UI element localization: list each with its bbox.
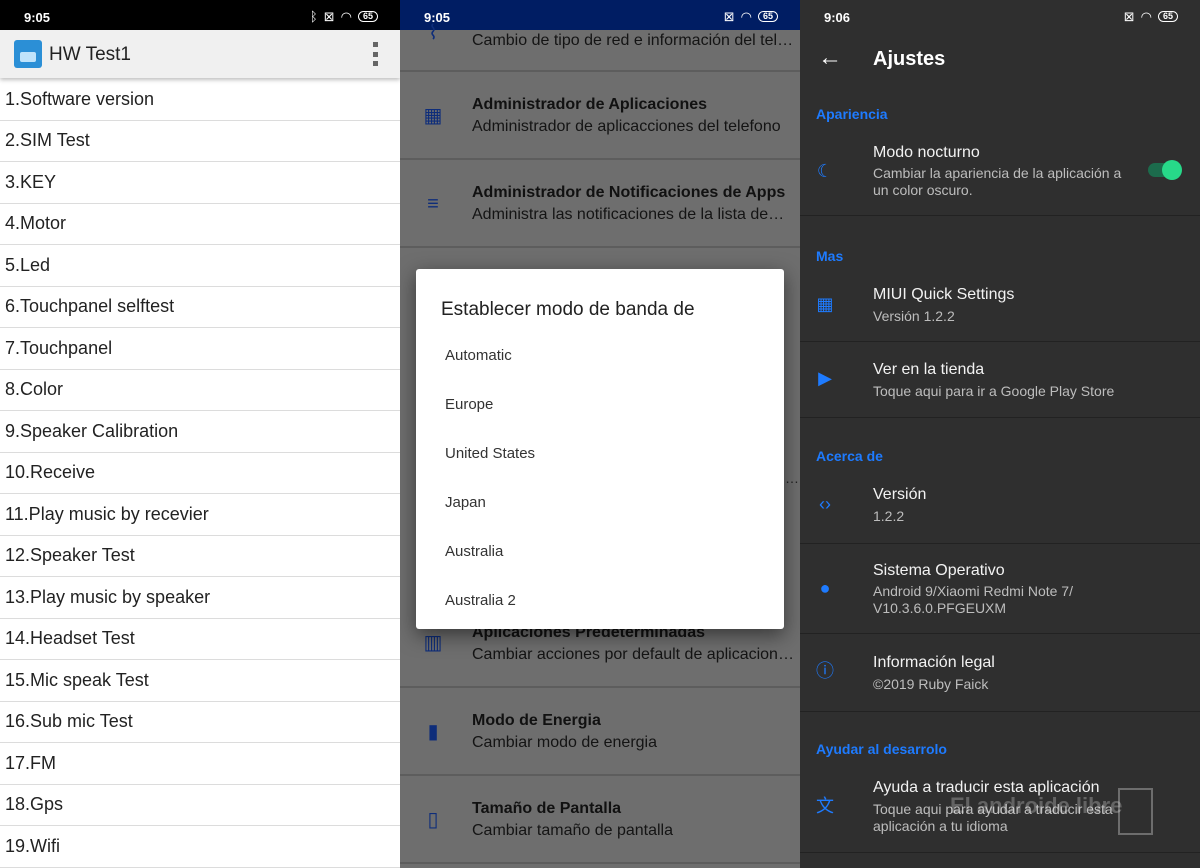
status-time: 9:06 xyxy=(824,10,851,25)
list-item[interactable]: 11.Play music by recevier xyxy=(0,494,400,536)
battery-icon: 65 xyxy=(1157,11,1178,22)
legal-row[interactable]: ⓘ Información legal ©2019 Ruby Faick xyxy=(800,634,1200,712)
dialog-title: Establecer modo de banda de xyxy=(441,299,695,320)
dialog-option[interactable]: Japan xyxy=(445,494,486,511)
list-item[interactable]: 17.FM xyxy=(0,743,400,785)
band-mode-dialog: Establecer modo de banda de Automatic Eu… xyxy=(416,269,784,629)
quick-settings-row[interactable]: ▦ MIUI Quick Settings Versión 1.2.2 xyxy=(800,272,1200,342)
translate-icon: 文 xyxy=(816,796,834,816)
list-item[interactable]: 5.Led xyxy=(0,245,400,287)
night-mode-toggle[interactable] xyxy=(1148,160,1182,180)
list-item[interactable]: 18.Gps xyxy=(0,785,400,826)
sim-off-icon: ⊠ xyxy=(723,9,735,24)
app-icon xyxy=(14,40,42,68)
list-item[interactable]: 16.Sub mic Test xyxy=(0,702,400,743)
list-item[interactable]: ▯ Tamaño de Pantalla Cambiar tamaño de p… xyxy=(400,776,800,864)
list-item[interactable]: 9.Speaker Calibration xyxy=(0,411,400,453)
band-mode-screen: 9:05 ⊠ ◠ 65 ⌇ Cambio de tipo de red e in… xyxy=(400,0,800,868)
watermark: El androide libre xyxy=(950,793,1123,818)
list-item[interactable]: ⌇ Cambio de tipo de red e información de… xyxy=(400,22,800,72)
list-item[interactable]: ▦ Administrador de Aplicaciones Administ… xyxy=(400,72,800,160)
dialog-option[interactable]: United States xyxy=(445,445,535,462)
list-item[interactable]: 6.Touchpanel selftest xyxy=(0,287,400,328)
os-row[interactable]: ● Sistema Operativo Android 9/Xiaomi Red… xyxy=(800,544,1200,634)
status-bar: 9:05 ⊠ ◠ 65 xyxy=(400,0,800,30)
wifi-icon: ◠ xyxy=(340,9,352,24)
version-row[interactable]: ‹› Versión 1.2.2 xyxy=(800,472,1200,544)
wifi-icon: ◠ xyxy=(1140,9,1152,24)
list-item[interactable]: 15.Mic speak Test xyxy=(0,660,400,702)
apps-grid-icon: ▦ xyxy=(423,105,443,127)
dialog-option[interactable]: Automatic xyxy=(445,347,512,364)
notifications-list-icon: ≡ xyxy=(427,193,439,215)
battery-icon: 65 xyxy=(757,11,778,22)
status-time: 9:05 xyxy=(24,10,51,25)
apps-grid-icon: ▦ xyxy=(816,294,834,314)
watermark-logo xyxy=(1118,788,1153,835)
store-row[interactable]: ▶ Ver en la tienda Toque aqui para ir a … xyxy=(800,342,1200,418)
android-icon: ● xyxy=(819,578,831,598)
battery-icon: 65 xyxy=(357,11,378,22)
page-title: HW Test1 xyxy=(49,44,132,65)
wifi-icon: ◠ xyxy=(740,9,752,24)
page-title: Ajustes xyxy=(873,48,946,70)
moon-icon: ☾ xyxy=(816,161,834,181)
night-mode-row[interactable]: ☾ Modo nocturno Cambiar la apariencia de… xyxy=(800,130,1200,216)
code-icon: ‹› xyxy=(819,494,831,514)
list-item[interactable]: 1.Software version xyxy=(0,79,400,121)
list-item[interactable]: 14.Headset Test xyxy=(0,619,400,660)
hw-test-screen: 9:05 ᛒ ⊠ ◠ 65 HW Test1 1.Software versio… xyxy=(0,0,400,868)
list-item[interactable]: 7.Touchpanel xyxy=(0,328,400,370)
status-bar: 9:06 ⊠ ◠ 65 xyxy=(800,0,1200,30)
section-header: Apariencia xyxy=(816,106,888,122)
dialog-option[interactable]: Australia 2 xyxy=(445,592,516,609)
section-header: Mas xyxy=(816,248,844,264)
default-apps-icon: ▥ xyxy=(423,632,443,654)
list-item[interactable]: 2.SIM Test xyxy=(0,121,400,162)
list-item[interactable]: 13.Play music by speaker xyxy=(0,577,400,619)
battery-charging-icon: ▮ xyxy=(427,721,439,743)
section-header: Ayudar al desarrolo xyxy=(816,741,947,757)
section-header: Acerca de xyxy=(816,448,883,464)
play-store-icon: ▶ xyxy=(818,368,832,388)
sim-off-icon: ⊠ xyxy=(323,9,335,24)
info-icon: ⓘ xyxy=(816,661,834,681)
list-item[interactable]: 12.Speaker Test xyxy=(0,536,400,577)
overflow-menu-icon[interactable] xyxy=(372,42,378,66)
sim-off-icon: ⊠ xyxy=(1123,9,1135,24)
back-arrow-icon[interactable]: ← xyxy=(818,44,842,72)
test-list: 1.Software version 2.SIM Test 3.KEY 4.Mo… xyxy=(0,79,400,868)
dialog-option[interactable]: Australia xyxy=(445,543,503,560)
list-item[interactable]: 10.Receive xyxy=(0,453,400,494)
app-bar: ← Ajustes xyxy=(800,30,1200,88)
list-item[interactable]: ≡ Administrador de Notificaciones de App… xyxy=(400,160,800,248)
app-bar: HW Test1 xyxy=(0,30,400,78)
truncated-text: … xyxy=(785,470,799,486)
list-item[interactable]: 4.Motor xyxy=(0,204,400,245)
status-bar: 9:05 ᛒ ⊠ ◠ 65 xyxy=(0,0,400,30)
list-item[interactable]: 8.Color xyxy=(0,370,400,411)
list-item[interactable]: 19.Wifi xyxy=(0,826,400,868)
list-item[interactable]: ▮ Modo de Energia Cambiar modo de energi… xyxy=(400,688,800,776)
dialog-option[interactable]: Europe xyxy=(445,396,493,413)
network-icon: ⌇ xyxy=(428,22,438,44)
screen-size-icon: ▯ xyxy=(427,809,439,831)
list-item[interactable]: 3.KEY xyxy=(0,162,400,204)
bluetooth-icon: ᛒ xyxy=(309,9,318,24)
settings-screen: 9:06 ⊠ ◠ 65 ← Ajustes Apariencia ☾ Modo … xyxy=(800,0,1200,868)
